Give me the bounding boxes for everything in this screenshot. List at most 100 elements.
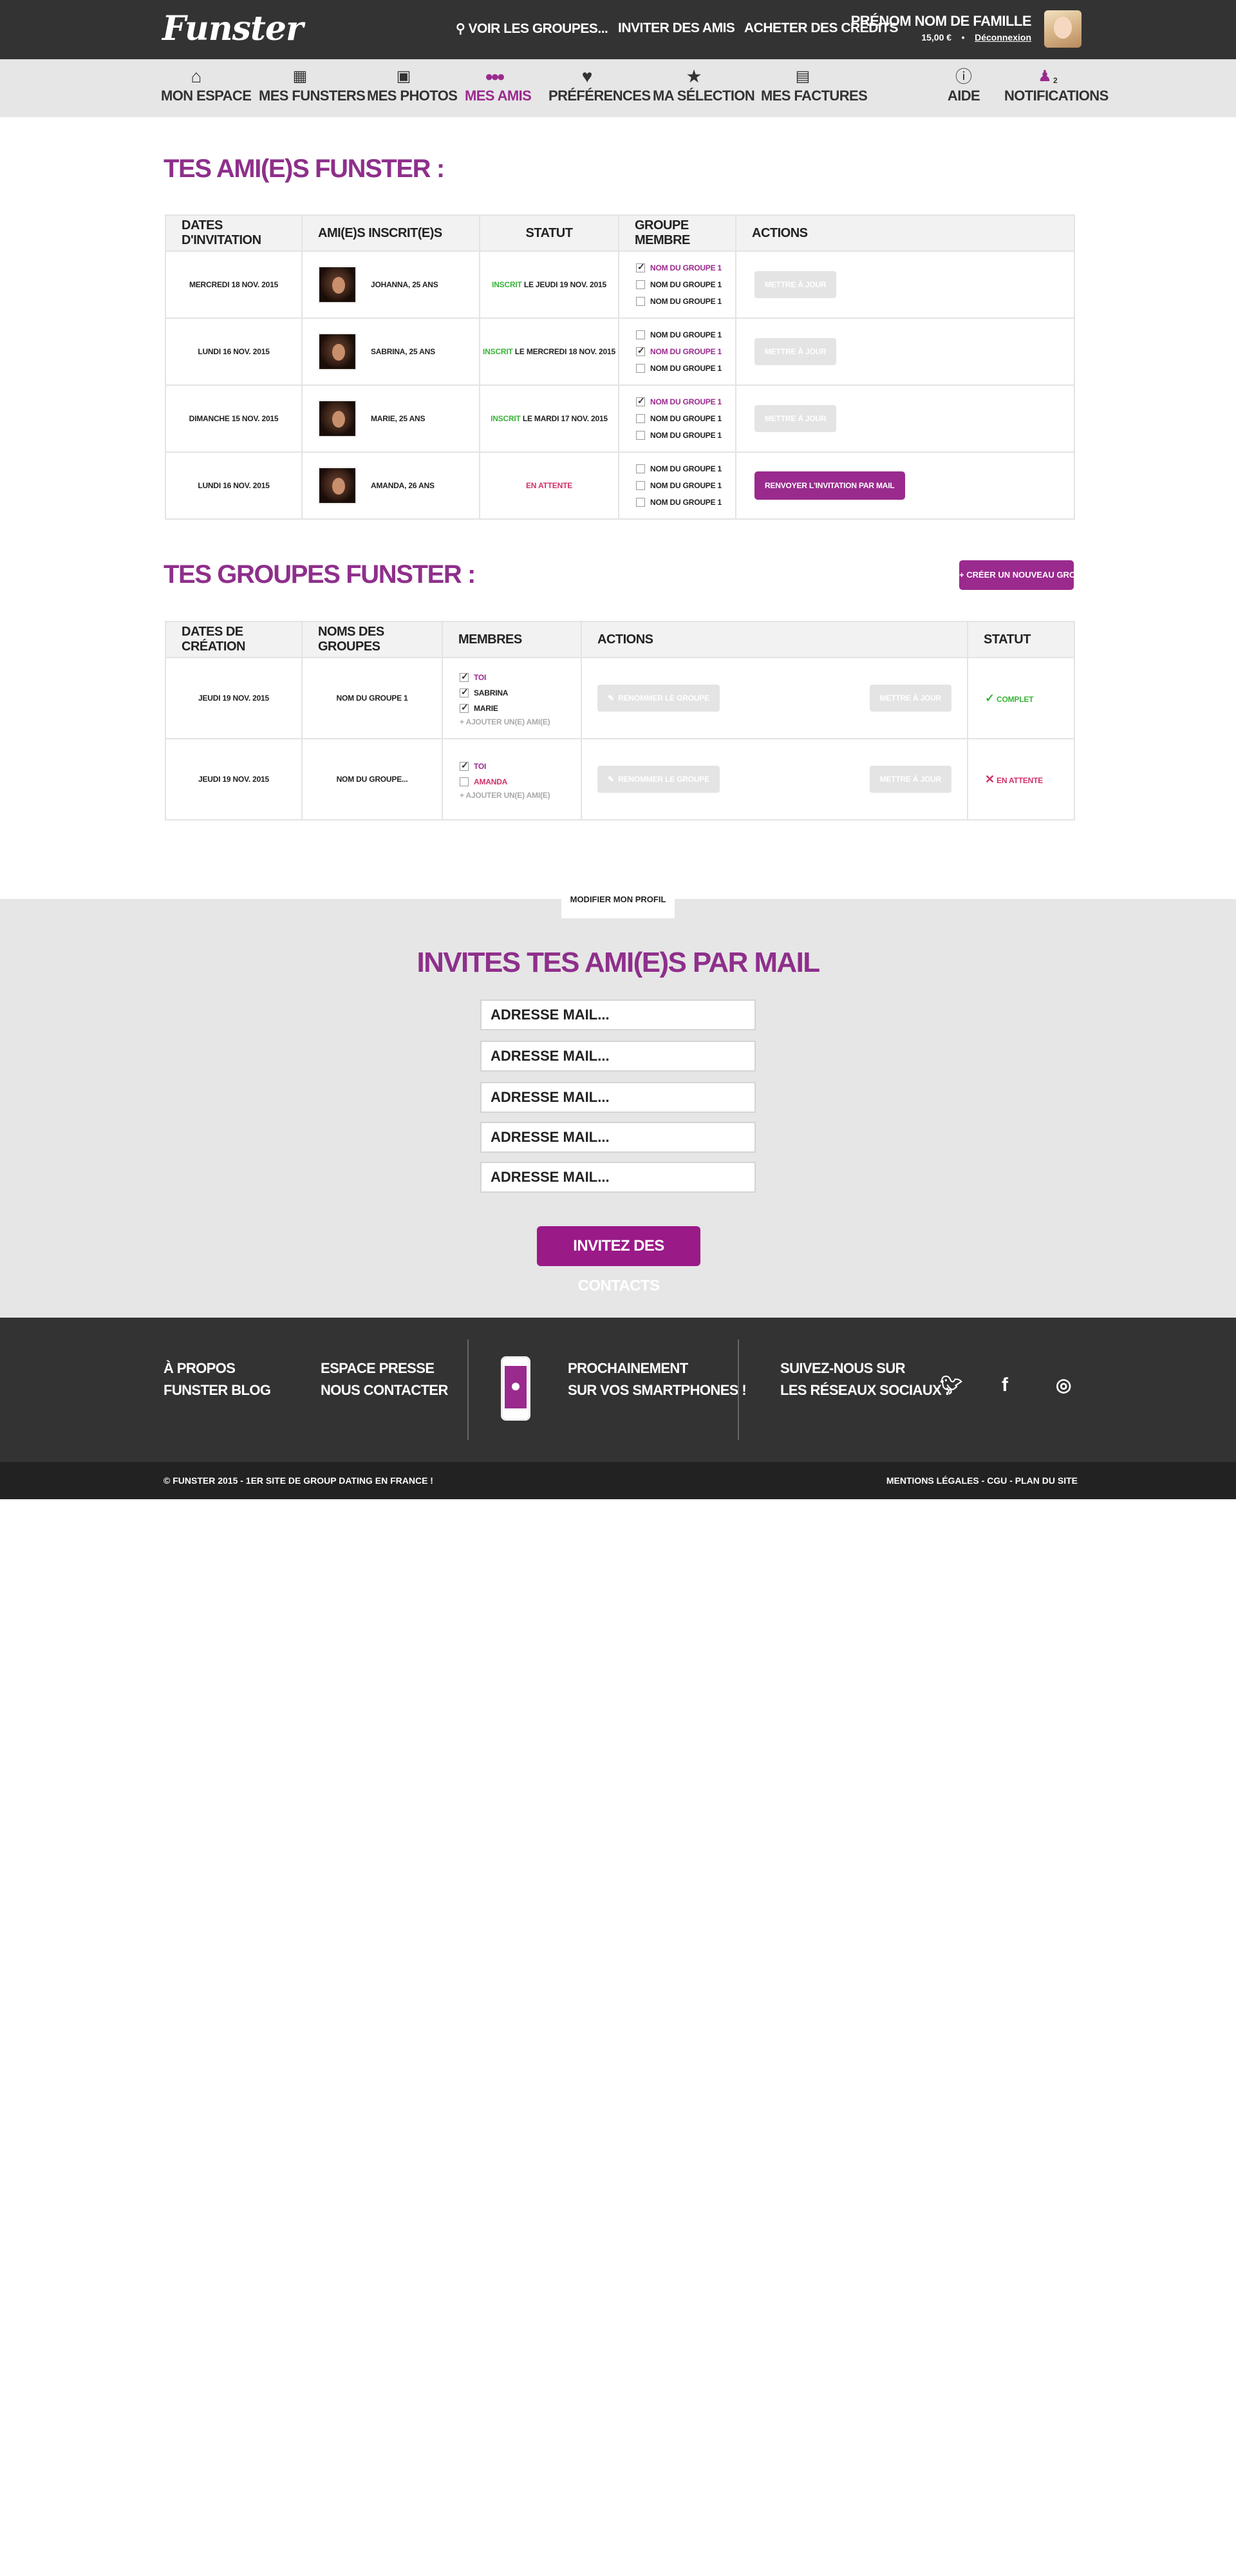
nav-item-mes-factures[interactable]: ▤ Mes factures <box>761 66 868 104</box>
member-option[interactable]: Toi <box>460 670 581 685</box>
update-group-button[interactable]: Mettre à jour <box>869 685 951 712</box>
group-checkbox[interactable] <box>636 345 645 356</box>
group-option[interactable]: Nom du groupe 1 <box>636 393 735 410</box>
member-checkbox[interactable] <box>460 687 469 697</box>
info-icon: ⓘ <box>955 67 972 86</box>
footer-divider <box>738 1340 739 1440</box>
update-button[interactable]: Mettre à jour <box>754 338 837 365</box>
friend-cell[interactable]: Sabrina, 25 ans <box>301 317 480 386</box>
see-groups-link[interactable]: ⚲ Voir les groupes... <box>456 21 608 37</box>
friend-photo[interactable] <box>318 266 357 303</box>
update-button[interactable]: Mettre à jour <box>754 405 837 432</box>
group-option[interactable]: Nom du groupe 1 <box>636 293 735 310</box>
instagram-icon[interactable]: ◎ <box>1056 1374 1071 1396</box>
friend-cell[interactable]: Johanna, 25 ans <box>301 251 480 319</box>
resend-invitation-button[interactable]: Renvoyer l'invitation par mail <box>754 471 905 500</box>
friend-photo[interactable] <box>318 333 357 370</box>
email-field[interactable] <box>480 1162 756 1193</box>
nav-item-ma-selection[interactable]: ★ Ma sélection <box>653 66 755 104</box>
group-actions-cell: ✎ Renommer le groupe Mettre à jour <box>581 738 968 820</box>
pencil-icon: ✎ <box>608 775 614 784</box>
friend-photo[interactable] <box>318 400 357 437</box>
update-button[interactable]: Mettre à jour <box>754 271 837 298</box>
add-friend-link[interactable]: + Ajouter un(e) ami(e) <box>460 791 581 800</box>
email-field[interactable] <box>480 1041 756 1072</box>
member-checkbox[interactable] <box>460 671 469 682</box>
group-name[interactable]: Nom du groupe... <box>301 738 443 820</box>
add-friend-link[interactable]: + Ajouter un(e) ami(e) <box>460 717 581 726</box>
email-field[interactable] <box>480 1082 756 1113</box>
friends-table-header: Dates d'invitation Ami(e)s inscrit(e)s S… <box>165 214 1075 252</box>
group-checkbox[interactable] <box>636 261 645 272</box>
update-group-button[interactable]: Mettre à jour <box>869 766 951 793</box>
status-cell: En attente <box>479 451 619 520</box>
member-option[interactable]: Sabrina <box>460 685 581 701</box>
member-option[interactable]: Marie <box>460 701 581 716</box>
nav-item-mes-amis[interactable]: ●●● Mes amis <box>465 66 532 104</box>
group-option[interactable]: Nom du groupe 1 <box>636 360 735 377</box>
group-checkbox[interactable] <box>636 330 645 339</box>
group-option[interactable]: Nom du groupe 1 <box>636 276 735 293</box>
group-option[interactable]: Nom du groupe 1 <box>636 477 735 494</box>
group-checkbox[interactable] <box>636 481 645 490</box>
logout-link[interactable]: Déconnexion <box>975 32 1031 43</box>
group-checkbox[interactable] <box>636 364 645 373</box>
friend-cell[interactable]: Marie, 25 ans <box>301 384 480 453</box>
nav-item-preferences[interactable]: ♥ Préférences <box>548 66 651 104</box>
member-option[interactable]: Toi <box>460 759 581 774</box>
nav-item-aide[interactable]: ⓘ Aide <box>946 66 981 104</box>
group-option[interactable]: Nom du groupe 1 <box>636 460 735 477</box>
member-checkbox[interactable] <box>460 777 469 786</box>
email-field[interactable] <box>480 999 756 1030</box>
edit-profile-tab[interactable]: Modifier mon profil <box>561 881 675 918</box>
member-checkbox[interactable] <box>460 760 469 771</box>
twitter-icon[interactable]: 🐦︎ <box>940 1374 963 1396</box>
invite-friends-link[interactable]: Inviter des amis <box>618 21 735 36</box>
group-checkbox[interactable] <box>636 498 645 507</box>
user-avatar[interactable] <box>1044 10 1082 48</box>
group-option[interactable]: Nom du groupe 1 <box>636 494 735 511</box>
nav-item-mes-photos[interactable]: ▣ Mes photos <box>367 66 458 104</box>
nav-item-notifications[interactable]: ♟ 2 Notifications <box>1004 66 1109 104</box>
groups-section-title: Tes groupes Funster : <box>164 560 476 589</box>
member-checkbox[interactable] <box>460 702 469 713</box>
group-checkbox[interactable] <box>636 395 645 406</box>
group-checkbox[interactable] <box>636 414 645 423</box>
footer: À propos Funster blog Espace presse Nous… <box>0 1318 1236 1462</box>
footer-link-blog[interactable]: Funster blog <box>164 1382 271 1399</box>
rename-group-button[interactable]: ✎ Renommer le groupe <box>597 766 720 793</box>
bottom-bar: © Funster 2015 - 1er site de group datin… <box>0 1462 1236 1499</box>
footer-link-contact[interactable]: Nous contacter <box>321 1382 448 1399</box>
group-checkbox[interactable] <box>636 280 645 289</box>
footer-link-about[interactable]: À propos <box>164 1360 236 1377</box>
rename-group-button[interactable]: ✎ Renommer le groupe <box>597 685 720 712</box>
footer-link-press[interactable]: Espace presse <box>321 1360 435 1377</box>
status-registered: Inscrit <box>491 414 521 423</box>
col-group-names: Noms des groupes <box>301 621 443 658</box>
group-option[interactable]: Nom du groupe 1 <box>636 427 735 444</box>
nav-item-mes-funsters[interactable]: ▦ Mes Funsters <box>259 66 366 104</box>
create-group-button[interactable]: + Créer un nouveau groupe <box>959 560 1093 590</box>
group-option[interactable]: Nom du groupe 1 <box>636 327 735 343</box>
search-icon: ⚲ <box>456 22 465 36</box>
member-option[interactable]: Amanda <box>460 774 581 790</box>
email-field[interactable] <box>480 1122 756 1153</box>
group-option[interactable]: Nom du groupe 1 <box>636 260 735 276</box>
nav-item-mon-espace[interactable]: ⌂ Mon espace <box>161 66 252 104</box>
actions-cell: Mettre à jour <box>735 317 1075 386</box>
user-name[interactable]: Prénom Nom de famille <box>851 13 1032 30</box>
group-option[interactable]: Nom du groupe 1 <box>636 343 735 360</box>
group-option[interactable]: Nom du groupe 1 <box>636 410 735 427</box>
invoice-icon: ▤ <box>795 68 810 85</box>
actions-cell: Mettre à jour <box>735 251 1075 319</box>
group-checkbox[interactable] <box>636 297 645 306</box>
group-name[interactable]: Nom du groupe 1 <box>301 657 443 739</box>
legal-links[interactable]: Mentions légales - CGU - Plan du site <box>886 1475 1078 1486</box>
friend-cell[interactable]: Amanda, 26 ans <box>301 451 480 520</box>
facebook-icon[interactable]: f <box>1002 1374 1008 1396</box>
friend-photo[interactable] <box>318 467 357 504</box>
funster-logo[interactable]: Funster <box>162 9 303 48</box>
group-checkbox[interactable] <box>636 464 645 473</box>
invite-contacts-button[interactable]: Invitez des contacts <box>537 1226 700 1294</box>
group-checkbox[interactable] <box>636 431 645 440</box>
